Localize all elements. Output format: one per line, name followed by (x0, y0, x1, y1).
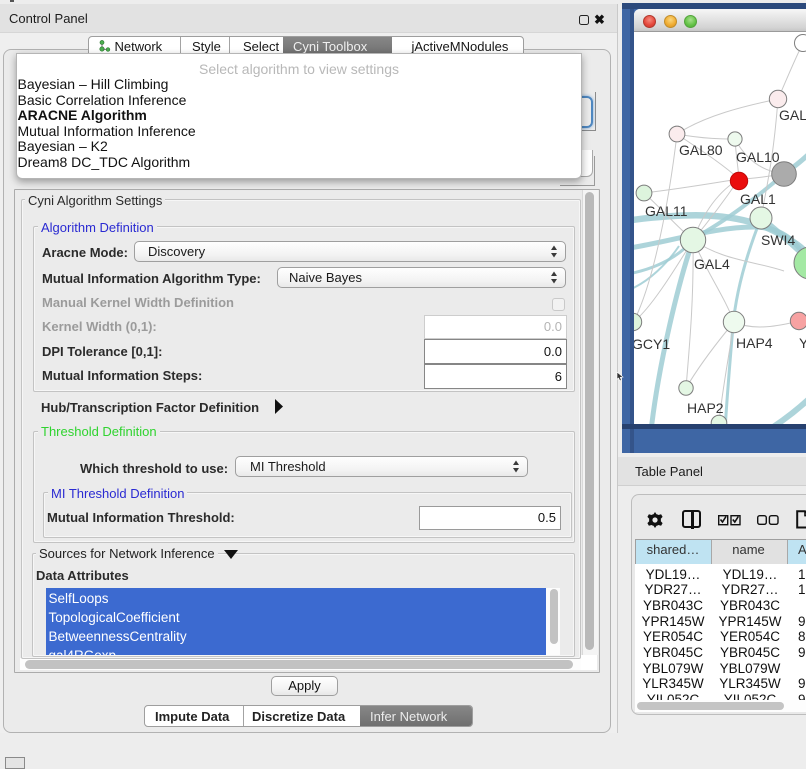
svg-text:GAL1: GAL1 (740, 191, 776, 207)
svg-text:GAL10: GAL10 (736, 149, 780, 165)
svg-text:HAP2: HAP2 (687, 400, 724, 416)
svg-text:HAP4: HAP4 (736, 335, 773, 351)
svg-text:GAL7: GAL7 (779, 107, 806, 123)
svg-text:GAL4: GAL4 (694, 256, 730, 272)
svg-text:GAL11: GAL11 (645, 203, 688, 219)
svg-text:SWI4: SWI4 (761, 232, 795, 248)
svg-text:Y: Y (799, 335, 806, 351)
svg-text:GCY1: GCY1 (634, 336, 670, 352)
svg-text:GAL80: GAL80 (679, 142, 723, 158)
